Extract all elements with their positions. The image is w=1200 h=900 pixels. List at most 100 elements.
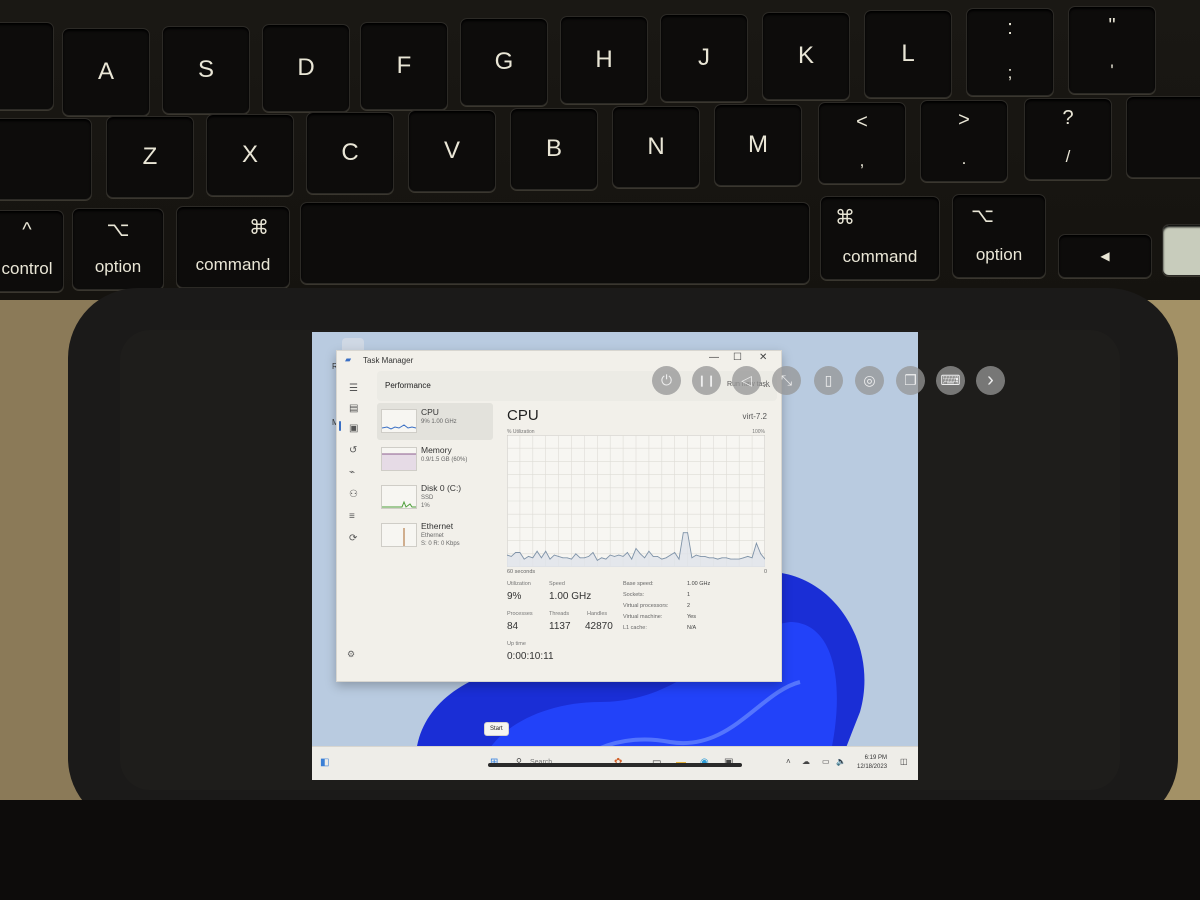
usb-button[interactable]: ▯ <box>814 366 843 395</box>
key-b[interactable]: B <box>510 108 598 190</box>
key-option-left[interactable]: ⌥ option <box>72 208 164 290</box>
cpu-data-point <box>700 556 701 557</box>
memory-thumbnail-graph <box>381 447 417 471</box>
task-manager-window[interactable]: ▰ Task Manager — ☐ ✕ ☰ ▤ ▣ ↺ ⌁ ⚇ ≡ ⟳ ⚙ P… <box>336 350 782 682</box>
key-shift-left[interactable] <box>0 118 92 200</box>
cpu-data-point <box>592 552 594 553</box>
spec-label: L1 cache: <box>623 625 647 631</box>
widgets-icon[interactable]: ◧ <box>320 757 329 768</box>
cpu-data-point <box>519 552 521 553</box>
cpu-data-point <box>618 554 620 556</box>
page-title: Performance <box>385 381 431 390</box>
cpu-data-point <box>579 557 581 559</box>
cpu-data-point <box>743 557 744 559</box>
keyboard-icon: ⌨ <box>940 372 961 388</box>
cpu-data-point <box>687 532 688 534</box>
key-slash[interactable]: ? / <box>1024 98 1112 180</box>
key-l[interactable]: L <box>864 10 952 98</box>
key-blank-1[interactable] <box>0 22 54 110</box>
hamburger-menu-icon[interactable]: ☰ <box>349 383 358 394</box>
next-button[interactable]: › <box>976 366 1005 395</box>
volume-icon[interactable]: 🔈 <box>836 757 846 766</box>
cpu-data-point <box>747 556 749 557</box>
processes-icon[interactable]: ▤ <box>349 403 358 414</box>
key-arrow-right-lit[interactable] <box>1162 224 1200 276</box>
key-period[interactable]: >. <box>920 100 1008 182</box>
cpu-data-point <box>670 554 671 556</box>
shrink-icon: ⤡ <box>780 372 793 388</box>
disk-thumbnail-graph <box>381 485 417 509</box>
resource-item-ethernet[interactable]: Ethernet Ethernet S: 0 R: 0 Kbps <box>377 517 493 554</box>
key-z[interactable]: Z <box>106 116 194 198</box>
cpu-data-point <box>627 552 628 553</box>
power-button[interactable]: ⏻ <box>652 366 681 395</box>
key-arrow-left[interactable]: ◀ <box>1058 234 1152 278</box>
key-space[interactable] <box>300 202 810 284</box>
drive-button[interactable]: ◎ <box>855 366 884 395</box>
cpu-data-point <box>734 558 736 560</box>
key-f[interactable]: F <box>360 22 448 110</box>
key-quote[interactable]: " ' <box>1068 6 1156 94</box>
keyboard-button[interactable]: ⌨ <box>936 366 965 395</box>
key-command-right[interactable]: ⌘ command <box>820 196 940 280</box>
key-j[interactable]: J <box>660 14 748 102</box>
windows-button[interactable]: ❐ <box>896 366 925 395</box>
key-shift-right[interactable] <box>1126 96 1200 178</box>
key-s[interactable]: S <box>162 26 250 114</box>
uptime-label: Up time <box>507 641 526 647</box>
cpu-data-point <box>609 554 611 556</box>
key-c[interactable]: C <box>306 112 394 194</box>
pause-button[interactable]: ❙❙ <box>692 366 721 395</box>
key-g[interactable]: G <box>460 18 548 106</box>
services-icon[interactable]: ⟳ <box>349 533 357 544</box>
processes-value: 84 <box>507 621 519 632</box>
shrink-button[interactable]: ⤡ <box>772 366 801 395</box>
cpu-data-point <box>510 556 512 557</box>
minimize-button[interactable]: — <box>709 352 719 363</box>
maximize-button[interactable]: ☐ <box>733 352 742 363</box>
key-comma[interactable]: <, <box>818 102 906 184</box>
tray-chevron-up-icon[interactable]: ˄ <box>786 757 791 766</box>
startup-apps-icon[interactable]: ⌁ <box>349 467 355 478</box>
vm-display[interactable]: Rec Mic E ▰ Task Manager — ☐ ✕ ☰ ▤ ▣ ↺ ⌁… <box>312 332 918 780</box>
cpu-data-point <box>678 558 680 560</box>
key-a[interactable]: A <box>62 28 150 116</box>
key-h[interactable]: H <box>560 16 648 104</box>
key-n[interactable]: N <box>612 106 700 188</box>
more-options-button[interactable]: ... <box>763 379 771 389</box>
resource-item-disk[interactable]: Disk 0 (C:) SSD 1% <box>377 479 493 516</box>
cpu-data-point <box>738 558 740 560</box>
notifications-icon[interactable]: ◫ <box>900 757 908 766</box>
spec-value: 2 <box>687 603 691 609</box>
spec-label: Sockets: <box>623 592 645 598</box>
details-icon[interactable]: ≡ <box>349 511 355 522</box>
home-gesture-bar[interactable] <box>488 763 742 767</box>
spec-label: Virtual machine: <box>623 614 663 620</box>
key-x[interactable]: X <box>206 114 294 196</box>
laptop-keyboard: A S D F G H J K L :; " ' Z X C V B N M <,… <box>0 0 1200 300</box>
back-button[interactable]: ◁ <box>732 366 761 395</box>
key-d[interactable]: D <box>262 24 350 112</box>
cpu-data-point <box>639 553 641 555</box>
close-button[interactable]: ✕ <box>759 352 767 363</box>
clock[interactable]: 6:19 PM 12/18/2023 <box>857 754 887 772</box>
key-control[interactable]: ^ control <box>0 210 64 292</box>
resource-item-memory[interactable]: Memory 0.9/1.5 GB (60%) <box>377 441 493 478</box>
x-axis-label: 60 seconds <box>507 569 536 575</box>
cpu-data-point <box>682 532 684 534</box>
settings-icon[interactable]: ⚙ <box>347 649 355 660</box>
network-icon[interactable]: ▭ <box>822 757 830 766</box>
performance-icon[interactable]: ▣ <box>349 423 358 434</box>
key-option-right[interactable]: ⌥ option <box>952 194 1046 278</box>
cpu-data-point <box>756 542 757 544</box>
onedrive-icon[interactable]: ☁ <box>802 757 810 766</box>
key-semicolon[interactable]: :; <box>966 8 1054 96</box>
key-v[interactable]: V <box>408 110 496 192</box>
users-icon[interactable]: ⚇ <box>349 489 358 500</box>
key-m[interactable]: M <box>714 104 802 186</box>
key-command-left[interactable]: ⌘ command <box>176 206 290 288</box>
app-history-icon[interactable]: ↺ <box>349 445 357 456</box>
cpu-data-point <box>596 560 598 561</box>
key-k[interactable]: K <box>762 12 850 100</box>
resource-item-cpu[interactable]: CPU 9% 1.00 GHz <box>377 403 493 440</box>
